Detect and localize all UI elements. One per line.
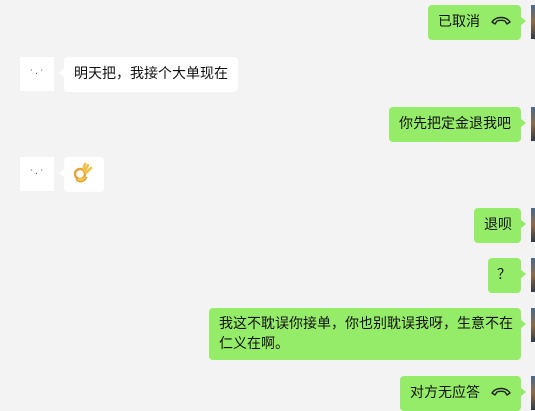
phone-hangup-icon [491,387,511,396]
bubble-tail [520,269,526,279]
contact-avatar[interactable]: ˙·˙ [20,157,54,191]
my-avatar[interactable] [531,308,535,342]
call-bubble[interactable]: 已取消 [428,5,526,40]
message-bubble[interactable]: 退呗 [474,208,526,243]
message-bubble[interactable]: 你先把定金退我吧 [389,107,526,142]
message-bubble[interactable]: 明天把，我接个大单现在 [59,57,238,92]
my-avatar[interactable] [531,5,535,39]
message-text-line-2: 仁义在啊。 [219,336,289,352]
bubble-tail [520,118,526,128]
my-avatar[interactable] [531,258,535,292]
emoji-bubble[interactable] [59,157,104,192]
message-text: 明天把，我接个大单现在 [74,66,228,82]
my-avatar[interactable] [531,208,535,242]
avatar-dots: ˙·˙ [28,68,46,80]
message-text: ？ [497,267,511,283]
contact-avatar[interactable]: ˙·˙ [20,57,54,91]
bubble-tail [520,16,526,26]
bubble-tail [520,387,526,397]
bubble-tail [59,68,65,78]
bubble-tail [59,168,65,178]
bubble-tail [520,219,526,229]
bubble-tail [520,319,526,329]
call-bubble[interactable]: 对方无应答 [400,376,526,411]
message-bubble[interactable]: ？ [488,258,526,293]
call-status-text: 对方无应答 [410,385,480,401]
message-bubble[interactable]: 我这不耽误你接单，你也别耽误我呀，生意不在 仁义在啊。 [209,308,526,360]
message-text: 你先把定金退我吧 [399,116,511,132]
message-text-line-1: 我这不耽误你接单，你也别耽误我呀，生意不在 [219,316,513,332]
call-status-text: 已取消 [438,14,480,30]
avatar-dots: ˙·˙ [28,168,46,180]
my-avatar[interactable] [531,107,535,141]
phone-hangup-icon [491,16,511,25]
ok-hand-emoji-icon [73,162,93,183]
message-text: 退呗 [484,217,512,233]
